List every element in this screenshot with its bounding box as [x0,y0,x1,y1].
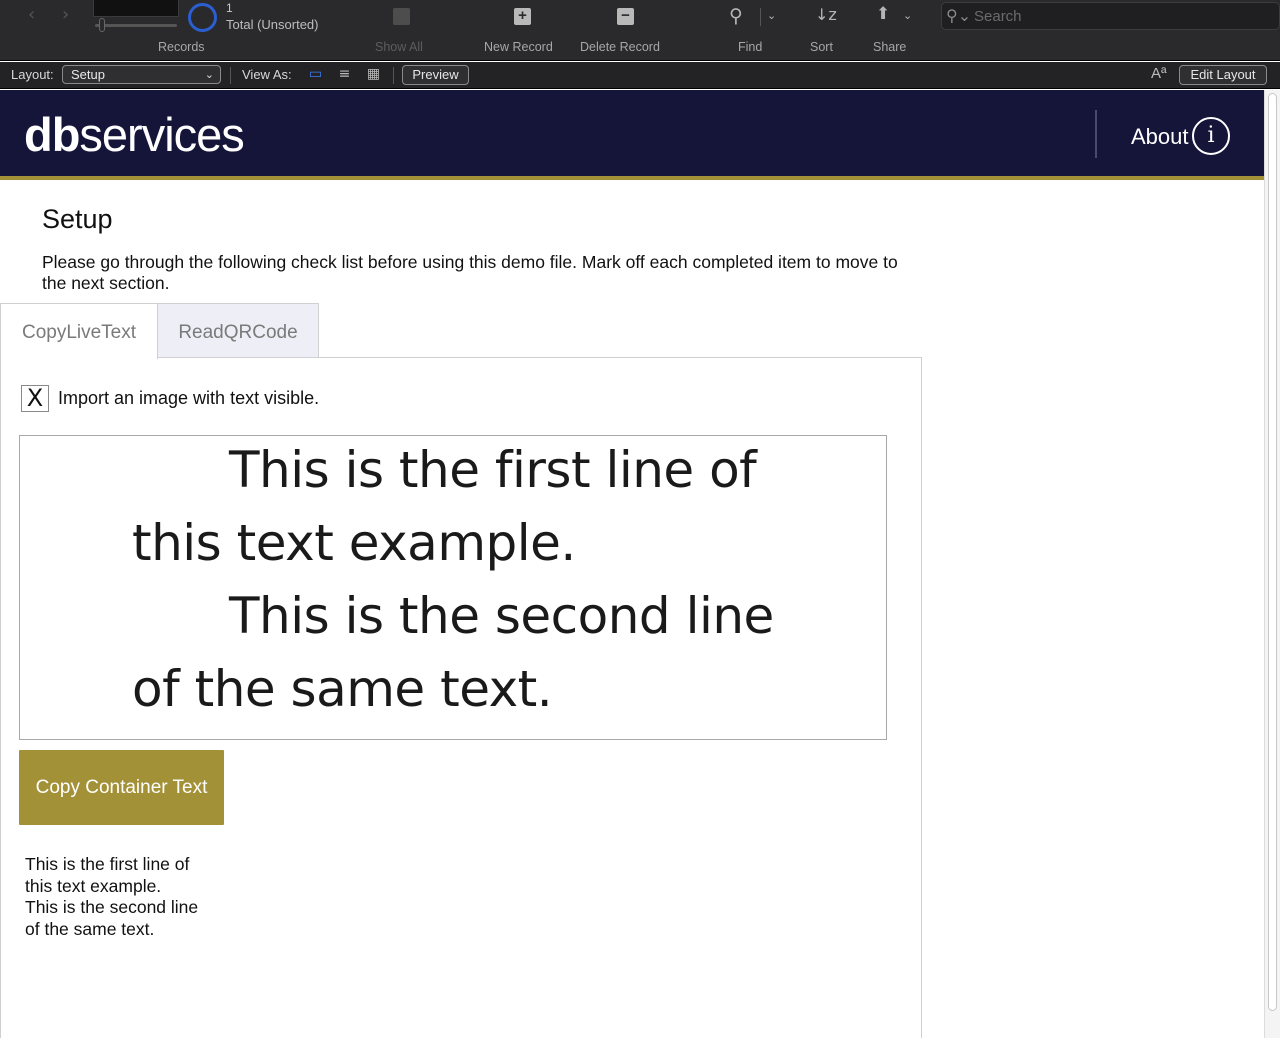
list-view-icon[interactable]: ≡ [336,66,353,83]
form-view-icon[interactable]: ▭ [307,66,324,83]
layout-label: Layout: [11,67,54,82]
share-dropdown-chevron-icon[interactable]: ⌄ [903,9,912,22]
find-dropdown-chevron-icon[interactable]: ⌄ [767,9,776,22]
scrollbar-thumb[interactable] [1268,93,1277,1011]
show-all-icon [393,8,410,25]
find-icon[interactable]: ⚲ [729,5,743,27]
image-text-line: of the same text. [132,660,553,718]
show-all-button[interactable]: Show All [375,40,423,54]
delete-record-icon[interactable]: − [617,8,634,25]
window-toolbar: ‹ › 1 Total (Unsorted) Records Show All … [0,0,1280,61]
share-button[interactable]: Share [873,40,906,54]
result-text-line: this text example. [25,875,162,896]
edit-layout-button[interactable]: Edit Layout [1179,65,1267,85]
delete-record-button[interactable]: Delete Record [580,40,660,54]
chevron-down-icon: ⌄ [204,68,214,81]
copy-container-text-button[interactable]: Copy Container Text [19,750,224,825]
checklist-label: Import an image with text visible. [58,388,320,408]
checklist-checkbox[interactable]: X [21,385,49,412]
page-description: Please go through the following check li… [42,252,898,293]
header-accent-rule [0,176,1264,180]
search-field[interactable]: ⚲⌄ [941,2,1280,30]
info-icon[interactable]: i [1192,117,1230,155]
new-record-button[interactable]: New Record [484,40,553,54]
find-button[interactable]: Find [738,40,762,54]
record-slider-thumb[interactable] [99,18,105,32]
table-view-icon[interactable]: ▦ [365,66,382,83]
layout-select-value: Setup [71,67,105,82]
record-count: 1 [226,1,233,15]
result-text-line: of the same text. [25,918,155,939]
sort-icon[interactable]: ↓𝗓 [815,5,837,24]
previous-record-icon[interactable]: ‹ [28,4,35,25]
record-progress-ring-icon [188,3,217,32]
preview-button[interactable]: Preview [402,65,469,85]
search-icon: ⚲⌄ [946,6,972,25]
text-size-icon[interactable]: Aª [1151,65,1167,82]
dbservices-logo: dbservices [24,108,245,161]
layout-bar: Layout: Setup ⌄ View As: ▭ ≡ ▦ Preview A… [0,62,1280,89]
result-text-line: This is the second line [25,897,199,917]
view-as-label: View As: [242,67,292,82]
sort-button[interactable]: Sort [810,40,833,54]
image-text-line: This is the second line [229,587,774,645]
image-text-line: This is the first line of [229,441,757,499]
records-label: Records [158,40,205,54]
about-button[interactable]: About [1131,124,1189,150]
search-input[interactable] [974,6,1264,26]
record-total-status: Total (Unsorted) [226,17,319,32]
share-icon[interactable]: ⬆ [876,4,890,24]
page-title: Setup [42,204,113,234]
image-container-field[interactable]: This is the first line of this text exam… [19,435,887,740]
record-number-box[interactable] [93,0,179,17]
layout-select[interactable]: Setup ⌄ [62,65,221,84]
next-record-icon[interactable]: › [62,4,69,25]
tab-copylivetext[interactable]: CopyLiveText [0,303,158,359]
new-record-icon[interactable]: + [514,8,531,25]
copied-text-output: This is the first line of this text exam… [25,854,225,940]
image-text-line: this text example. [132,514,576,572]
result-text-line: This is the first line of [25,854,190,874]
record-slider[interactable] [95,24,177,27]
header-divider [1095,110,1097,158]
tab-readqrcode[interactable]: ReadQRCode [157,303,319,358]
